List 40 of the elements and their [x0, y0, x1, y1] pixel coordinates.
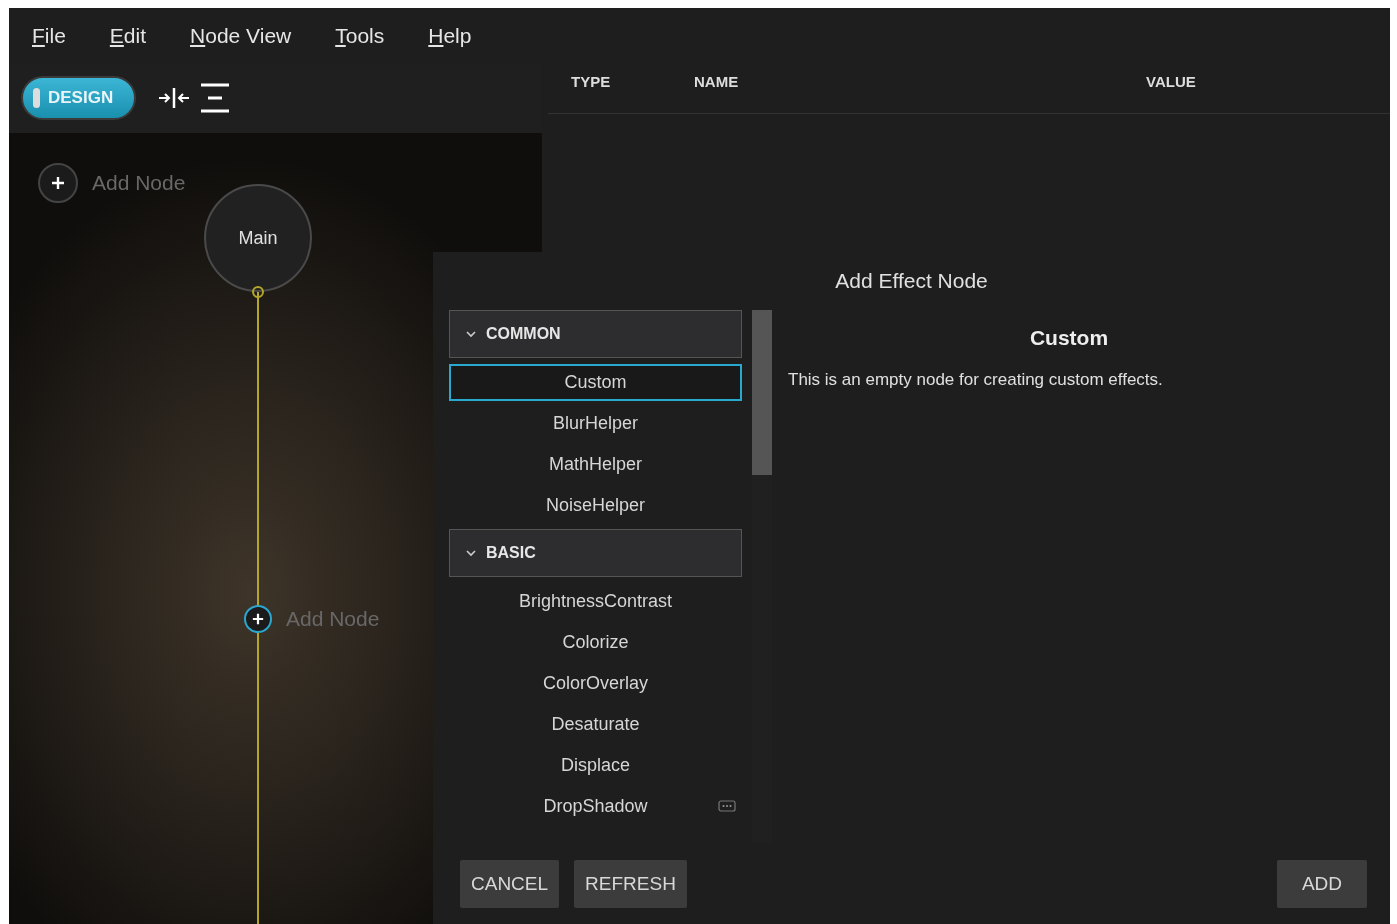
effect-list-item[interactable]: DropShadow	[531, 788, 660, 825]
effect-list-item[interactable]: MathHelper	[536, 446, 654, 483]
effect-list-item[interactable]: BrightnessContrast	[506, 583, 685, 620]
add-button[interactable]: ADD	[1276, 859, 1367, 908]
add-node-label: Add Node	[286, 607, 380, 631]
effect-list-item[interactable]: Desaturate	[539, 706, 652, 743]
category-label: BASIC	[486, 544, 536, 562]
effect-list-item[interactable]: ColorOverlay	[531, 665, 660, 702]
category-label: COMMON	[486, 325, 561, 343]
add-node-button[interactable]	[38, 163, 78, 203]
category-header[interactable]: BASIC	[449, 529, 742, 577]
menu-item[interactable]: Edit	[109, 23, 147, 48]
add-node-label: Add Node	[92, 171, 186, 195]
effect-description: This is an empty node for creating custom effects.	[788, 370, 1164, 390]
effect-list-item[interactable]: Colorize	[550, 624, 641, 661]
column-header: NAME	[694, 73, 739, 90]
menu-item[interactable]: File	[32, 23, 66, 48]
effect-title: Custom	[1028, 326, 1110, 350]
cancel-button[interactable]: CANCEL	[460, 859, 560, 908]
align-center-icon[interactable]	[200, 83, 230, 113]
column-header: VALUE	[1146, 73, 1196, 90]
effect-list-item[interactable]: NoiseHelper	[533, 487, 657, 524]
effect-list-item[interactable]: Displace	[549, 747, 642, 784]
main-node[interactable]: Main	[204, 184, 312, 292]
scrollbar-thumb[interactable]	[752, 310, 772, 475]
menu-item[interactable]: Tools	[335, 23, 385, 48]
menu-item[interactable]: Help	[428, 23, 472, 48]
category-header[interactable]: COMMON	[449, 310, 742, 358]
effect-list-item[interactable]: BlurHelper	[540, 405, 650, 442]
more-icon[interactable]	[718, 800, 736, 812]
output-port	[252, 286, 264, 298]
add-node-button[interactable]	[244, 605, 272, 633]
plus-icon	[51, 176, 65, 190]
column-header: TYPE	[571, 73, 611, 90]
dialog-title: Add Effect Node	[834, 268, 989, 294]
plus-icon	[252, 613, 264, 625]
effect-list-item[interactable]: Custom	[449, 364, 742, 401]
menu-item[interactable]: Node View	[190, 23, 292, 48]
collapse-icon[interactable]	[158, 87, 190, 109]
refresh-button[interactable]: REFRESH	[574, 859, 687, 908]
